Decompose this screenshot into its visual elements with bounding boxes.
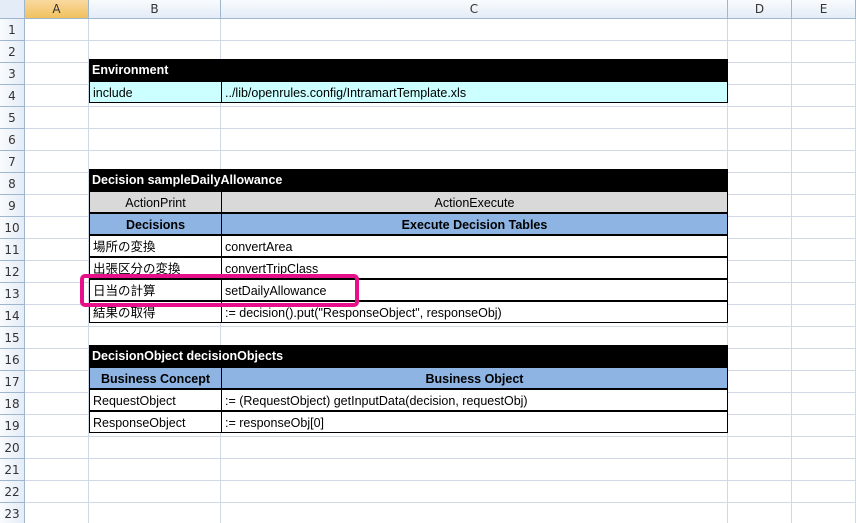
gridline: [25, 502, 856, 503]
row-header[interactable]: 4: [0, 85, 25, 107]
decision-title[interactable]: Decision sampleDailyAllowance: [89, 169, 728, 191]
column-header-d[interactable]: D: [728, 0, 792, 19]
action-execute-header[interactable]: ActionExecute: [221, 191, 728, 213]
execute-decision-tables-header[interactable]: Execute Decision Tables: [221, 213, 728, 235]
environment-include-label[interactable]: include: [89, 81, 222, 103]
decision-objects-title[interactable]: DecisionObject decisionObjects: [89, 345, 728, 367]
row-header[interactable]: 16: [0, 349, 25, 371]
row-header[interactable]: 1: [0, 19, 25, 41]
gridline: [25, 480, 856, 481]
column-header-a[interactable]: A: [25, 0, 89, 19]
row-header[interactable]: 2: [0, 41, 25, 63]
gridline: [25, 458, 856, 459]
row-header[interactable]: 23: [0, 503, 25, 523]
environment-include-value[interactable]: ../lib/openrules.config/IntramartTemplat…: [221, 81, 728, 103]
business-object-cell[interactable]: := (RequestObject) getInputData(decision…: [221, 389, 728, 411]
row-header[interactable]: 15: [0, 327, 25, 349]
row-header[interactable]: 19: [0, 415, 25, 437]
column-header-e[interactable]: E: [792, 0, 856, 19]
row-header[interactable]: 8: [0, 173, 25, 195]
row-header[interactable]: 17: [0, 371, 25, 393]
business-concept-cell[interactable]: RequestObject: [89, 389, 222, 411]
row-header[interactable]: 9: [0, 195, 25, 217]
business-concept-header[interactable]: Business Concept: [89, 367, 222, 389]
row-header[interactable]: 3: [0, 63, 25, 85]
gridline: [25, 436, 856, 437]
spreadsheet[interactable]: A B C D E 1 2 3 4 5 6 7 8 9 10 11 12 13 14 15 16 17 18 19 2…: [0, 0, 856, 523]
row-header[interactable]: 12: [0, 261, 25, 283]
row-header[interactable]: 14: [0, 305, 25, 327]
row-header[interactable]: 21: [0, 459, 25, 481]
gridline: [25, 106, 856, 107]
gridline: [25, 40, 856, 41]
row-header[interactable]: 6: [0, 129, 25, 151]
row-header[interactable]: 18: [0, 393, 25, 415]
row-header[interactable]: 13: [0, 283, 25, 305]
row-header[interactable]: 11: [0, 239, 25, 261]
gridline: [25, 150, 856, 151]
column-header-b[interactable]: B: [89, 0, 221, 19]
row-header[interactable]: 7: [0, 151, 25, 173]
action-print-header[interactable]: ActionPrint: [89, 191, 222, 213]
row-header[interactable]: 5: [0, 107, 25, 129]
gridline: [791, 19, 792, 523]
decision-row-name[interactable]: 場所の変換: [89, 235, 222, 257]
highlight-annotation: [80, 274, 359, 307]
gridline: [25, 326, 856, 327]
business-concept-cell[interactable]: ResponseObject: [89, 411, 222, 433]
environment-title[interactable]: Environment: [89, 59, 728, 81]
row-header[interactable]: 10: [0, 217, 25, 239]
decision-row-value[interactable]: convertArea: [221, 235, 728, 257]
select-all-corner[interactable]: [0, 0, 25, 19]
business-object-cell[interactable]: := responseObj[0]: [221, 411, 728, 433]
decisions-column-header[interactable]: Decisions: [89, 213, 222, 235]
row-header[interactable]: 22: [0, 481, 25, 503]
row-header[interactable]: 20: [0, 437, 25, 459]
business-object-header[interactable]: Business Object: [221, 367, 728, 389]
gridline: [25, 128, 856, 129]
column-header-c[interactable]: C: [221, 0, 728, 19]
